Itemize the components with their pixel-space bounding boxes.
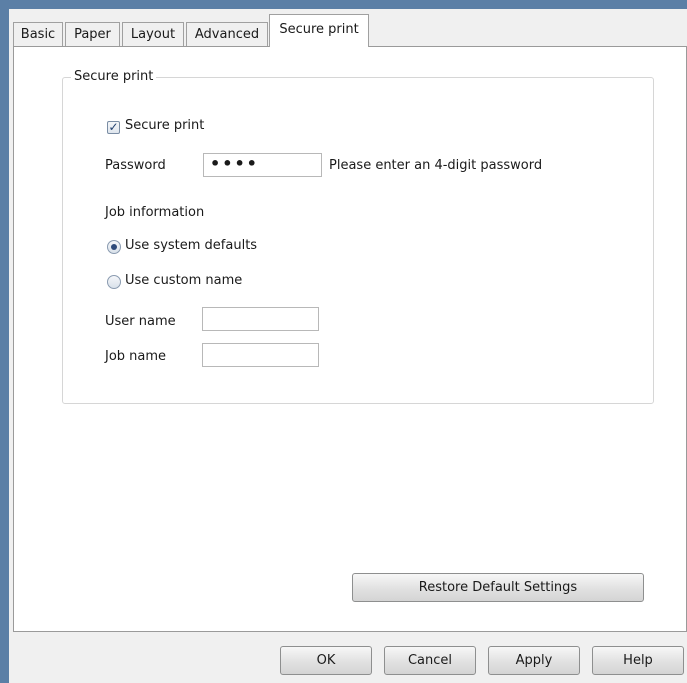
window-frame-top	[0, 0, 687, 9]
radio-use-system-defaults-label: Use system defaults	[125, 238, 258, 253]
cancel-button[interactable]: Cancel	[384, 646, 476, 675]
tab-basic[interactable]: Basic	[13, 22, 63, 46]
secure-print-group: Secure print ✓ Secure print Password •••…	[62, 69, 654, 404]
radio-selected-dot	[111, 244, 117, 250]
password-field[interactable]: ••••	[203, 153, 322, 177]
secure-print-checkbox[interactable]: ✓	[107, 121, 120, 134]
window-frame-left	[0, 0, 9, 683]
job-information-label: Job information	[105, 205, 205, 220]
group-legend: Secure print	[71, 69, 157, 85]
help-button[interactable]: Help	[592, 646, 684, 675]
job-name-label: Job name	[105, 349, 167, 364]
user-name-field[interactable]	[202, 307, 319, 331]
apply-button[interactable]: Apply	[488, 646, 580, 675]
tab-secure-print[interactable]: Secure print	[269, 14, 369, 47]
ok-button[interactable]: OK	[280, 646, 372, 675]
radio-use-custom-name[interactable]	[107, 275, 121, 289]
secure-print-panel: Secure print ✓ Secure print Password •••…	[13, 46, 687, 632]
tab-paper[interactable]: Paper	[65, 22, 120, 46]
tab-advanced[interactable]: Advanced	[186, 22, 268, 46]
password-hint: Please enter an 4-digit password	[329, 158, 543, 173]
radio-use-system-defaults[interactable]	[107, 240, 121, 254]
restore-default-settings-button[interactable]: Restore Default Settings	[352, 573, 644, 602]
secure-print-checkbox-label: Secure print	[125, 118, 205, 133]
user-name-label: User name	[105, 314, 176, 329]
job-name-field[interactable]	[202, 343, 319, 367]
password-label: Password	[105, 158, 166, 173]
radio-use-custom-name-label: Use custom name	[125, 273, 243, 288]
tab-layout[interactable]: Layout	[122, 22, 184, 46]
